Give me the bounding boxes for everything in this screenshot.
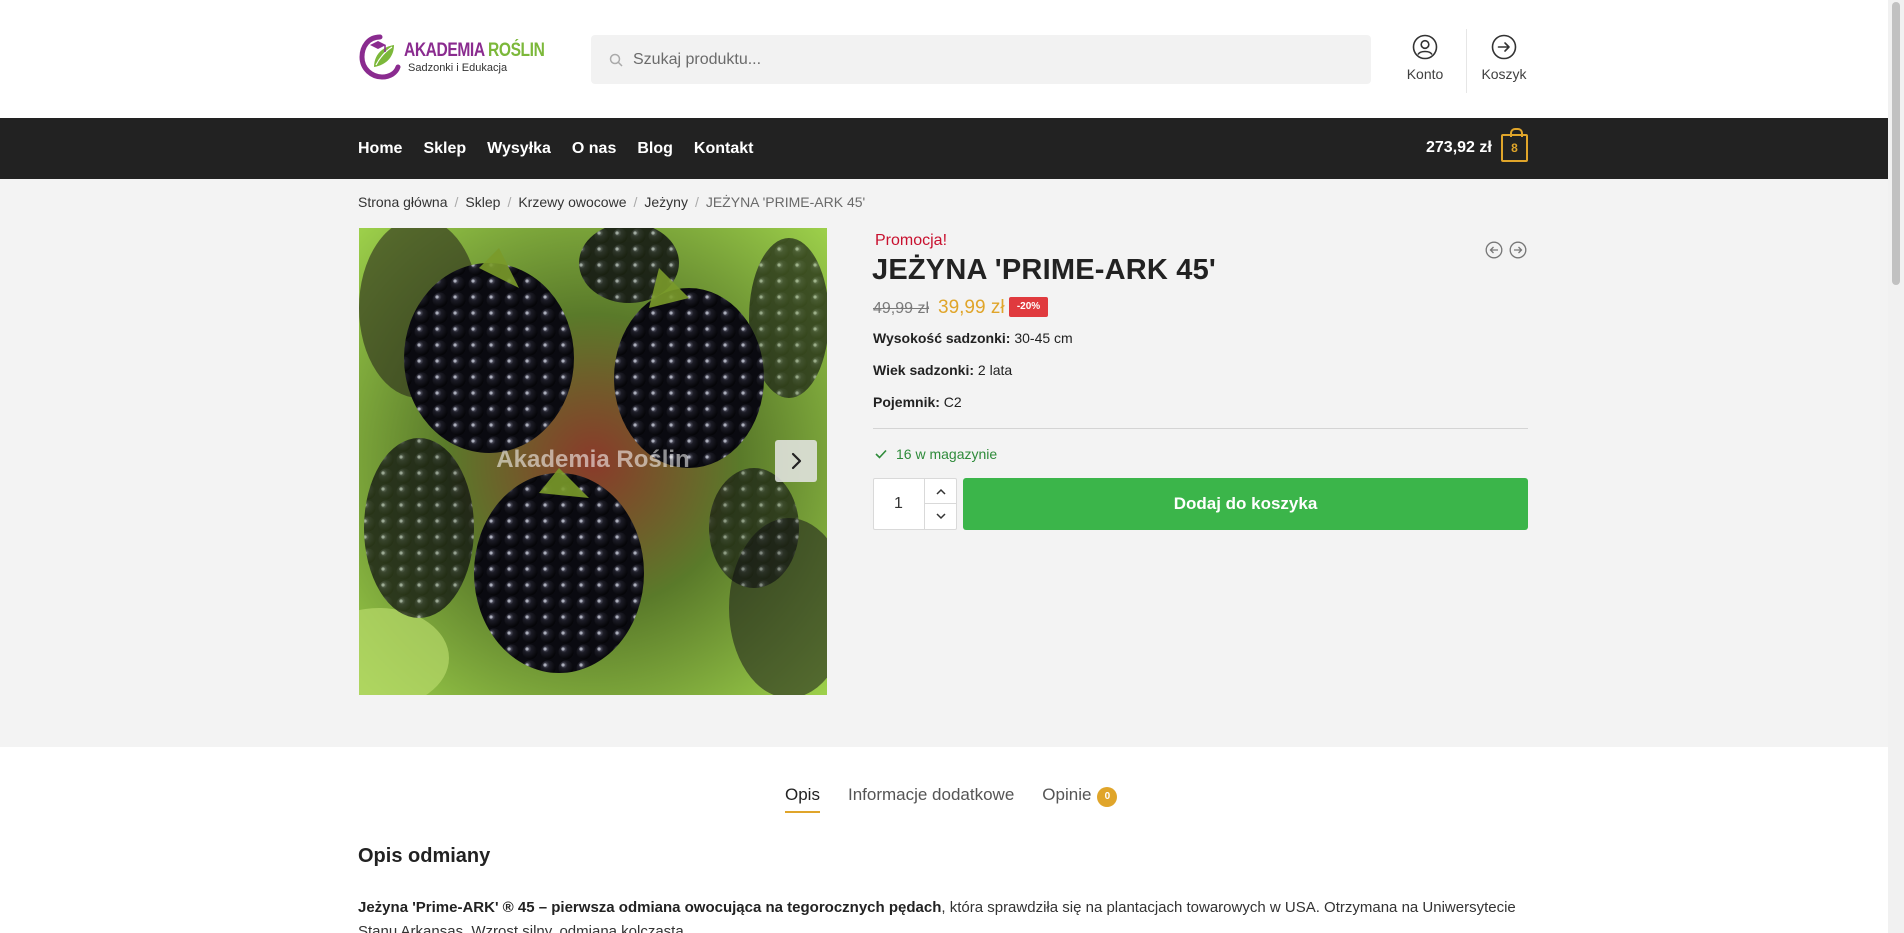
- arrow-right-circle-icon: [1491, 34, 1517, 60]
- divider: [873, 428, 1528, 429]
- nav-item-shop[interactable]: Sklep: [423, 140, 466, 158]
- tab-additional-info[interactable]: Informacje dodatkowe: [848, 785, 1014, 813]
- breadcrumb-shop[interactable]: Sklep: [465, 194, 500, 210]
- product-tabs: Opis Informacje dodatkowe Opinie 0: [785, 785, 1145, 813]
- logo-title: AKADEMIA ROŚLIN: [404, 39, 545, 61]
- stock-text: 16 w magazynie: [896, 446, 998, 462]
- quantity-stepper[interactable]: 1: [873, 478, 957, 530]
- account-label: Konto: [1406, 66, 1444, 82]
- nav-item-contact[interactable]: Kontakt: [694, 140, 754, 158]
- previous-product-icon[interactable]: [1485, 241, 1503, 259]
- attribute-age: Wiek sadzonki: 2 lata: [873, 362, 1013, 378]
- tab-reviews-label: Opinie: [1042, 785, 1092, 804]
- chevron-down-icon: [936, 513, 946, 520]
- description-text: Jeżyna 'Prime-ARK' ® 45 – pierwsza odmia…: [358, 899, 1516, 933]
- search-icon: [609, 53, 623, 67]
- chevron-up-icon: [936, 488, 946, 495]
- reviews-count-badge: 0: [1097, 787, 1118, 807]
- description-heading: Opis odmiany: [358, 845, 491, 867]
- cart-label: Koszyk: [1481, 66, 1527, 82]
- quantity-decrease-button[interactable]: [924, 504, 957, 529]
- add-to-cart-button[interactable]: Dodaj do koszyka: [963, 478, 1528, 530]
- logo-leaf-icon: [358, 33, 402, 81]
- attribute-container: Pojemnik: C2: [873, 394, 962, 410]
- user-icon: [1412, 34, 1438, 60]
- site-header: AKADEMIA ROŚLIN Sadzonki i Edukacja Kont…: [0, 0, 1888, 118]
- checkmark-icon: [875, 449, 887, 459]
- gallery-next-button[interactable]: [775, 440, 817, 482]
- main-navigation: Home Sklep Wysyłka O nas Blog Kontakt 27…: [0, 118, 1888, 179]
- cart-bag-icon[interactable]: 8: [1501, 128, 1528, 162]
- search-bar[interactable]: [591, 35, 1371, 84]
- breadcrumb-current: JEŻYNA 'PRIME-ARK 45': [705, 194, 866, 210]
- quantity-increase-button[interactable]: [924, 479, 957, 504]
- logo-subtitle: Sadzonki i Edukacja: [408, 61, 508, 74]
- sale-label: Promocja!: [875, 232, 948, 249]
- header-divider: [1466, 29, 1467, 93]
- discount-badge: -20%: [1009, 297, 1048, 317]
- breadcrumb: Strona główna / Sklep / Krzewy owocowe / Je…: [358, 194, 866, 210]
- attribute-height: Wysokość sadzonki: 30-45 cm: [873, 330, 1073, 346]
- regular-price: 49,99 zł: [873, 300, 930, 317]
- stock-status: 16 w magazynie: [875, 446, 997, 462]
- quantity-input[interactable]: 1: [894, 495, 903, 513]
- breadcrumb-home[interactable]: Strona główna: [358, 194, 448, 210]
- product-title: JEŻYNA 'PRIME-ARK 45': [872, 254, 1217, 286]
- site-logo[interactable]: AKADEMIA ROŚLIN Sadzonki i Edukacja: [358, 30, 545, 84]
- image-watermark: Akademia Roślin: [496, 446, 690, 473]
- next-product-icon[interactable]: [1509, 241, 1527, 259]
- product-image[interactable]: Akademia Roślin: [359, 228, 827, 695]
- cart-link[interactable]: Koszyk: [1470, 34, 1538, 82]
- nav-item-shipping[interactable]: Wysyłka: [487, 140, 551, 158]
- search-input[interactable]: [633, 50, 1333, 69]
- scrollbar-thumb[interactable]: [1892, 2, 1900, 285]
- breadcrumb-category[interactable]: Krzewy owocowe: [518, 194, 626, 210]
- nav-item-home[interactable]: Home: [358, 140, 402, 158]
- chevron-right-icon: [791, 452, 802, 470]
- nav-item-blog[interactable]: Blog: [637, 140, 673, 158]
- sale-price: 39,99 zł: [938, 297, 1005, 318]
- nav-item-about[interactable]: O nas: [572, 140, 616, 158]
- breadcrumb-subcategory[interactable]: Jeżyny: [644, 194, 688, 210]
- tab-description[interactable]: Opis: [785, 785, 820, 813]
- account-link[interactable]: Konto: [1391, 34, 1459, 82]
- scrollbar[interactable]: [1888, 0, 1904, 933]
- tab-reviews[interactable]: Opinie 0: [1042, 785, 1118, 813]
- cart-total[interactable]: 273,92 zł: [1426, 139, 1492, 157]
